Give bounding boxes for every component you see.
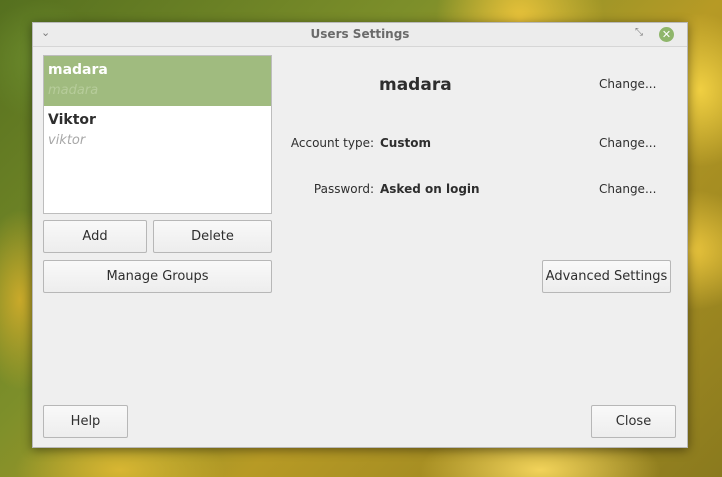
user-login: viktor [48,133,86,148]
password-label: Password: [313,182,374,196]
add-user-button[interactable]: Add [43,220,147,253]
user-row-madara[interactable]: madara madara [44,56,271,106]
manage-groups-button[interactable]: Manage Groups [43,260,272,293]
close-window-icon[interactable]: ✕ [659,27,674,42]
user-login: madara [48,83,99,98]
titlebar: ⌄ Users Settings ⤡ ✕ [33,23,687,47]
account-type-label: Account type: [290,136,374,150]
password-value: Asked on login [380,182,480,196]
user-list: madara madara Viktor viktor [43,55,272,214]
selected-user-heading: madara [379,75,452,95]
advanced-settings-button[interactable]: Advanced Settings [542,260,671,293]
user-name: madara [48,62,108,78]
change-name-button[interactable]: Change... [599,77,656,91]
help-button[interactable]: Help [43,405,128,438]
window-title: Users Settings [310,27,410,41]
user-name: Viktor [48,112,96,128]
user-row-viktor[interactable]: Viktor viktor [44,106,271,156]
delete-user-button[interactable]: Delete [153,220,272,253]
account-type-value: Custom [380,136,431,150]
close-button[interactable]: Close [591,405,676,438]
change-account-type-button[interactable]: Change... [599,136,656,150]
change-password-button[interactable]: Change... [599,182,656,196]
restore-icon[interactable]: ⤡ [635,27,643,38]
users-settings-window: ⌄ Users Settings ⤡ ✕ madara madara Vikto… [32,22,688,448]
